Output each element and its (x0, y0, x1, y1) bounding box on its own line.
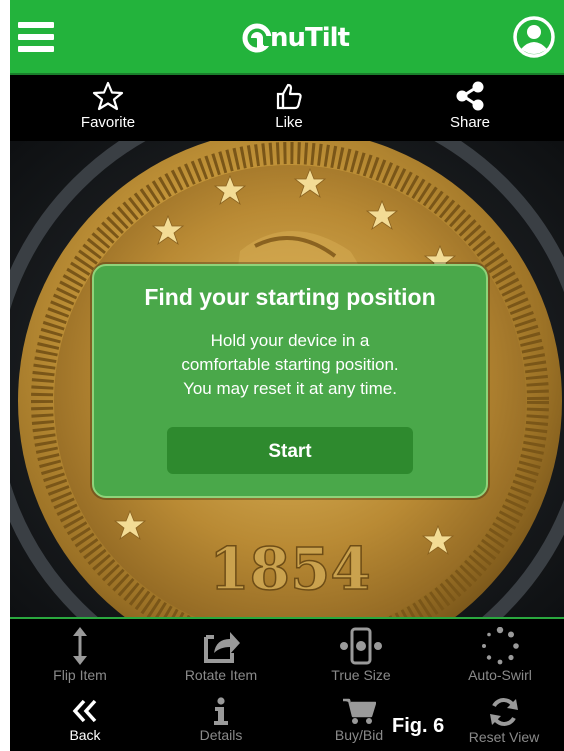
like-button[interactable]: Like (244, 81, 334, 131)
flip-item-label: Flip Item (53, 667, 107, 683)
top-bar: nuTilt (10, 0, 564, 75)
true-size-button[interactable]: True Size (301, 627, 421, 683)
refresh-icon (490, 698, 518, 726)
favorite-button[interactable]: Favorite (63, 81, 153, 131)
like-label: Like (275, 114, 303, 131)
user-profile-icon[interactable] (512, 15, 556, 59)
rotate-item-button[interactable]: Rotate Item (161, 627, 281, 683)
dialog-title: Find your starting position (144, 284, 436, 310)
action-bar: Favorite Like Share (10, 75, 564, 141)
logo-mark-icon (242, 23, 272, 53)
star-icon (92, 81, 124, 111)
auto-swirl-button[interactable]: Auto-Swirl (440, 627, 560, 683)
start-position-dialog: Find your starting position Hold your de… (92, 264, 488, 498)
dialog-message: Hold your device in a comfortable starti… (114, 329, 466, 401)
rotate-item-label: Rotate Item (184, 667, 258, 683)
share-icon (456, 81, 484, 111)
thumbs-up-icon (276, 83, 302, 110)
shopping-cart-icon (343, 698, 376, 724)
coin-date: 1854 (209, 535, 370, 603)
brand-logo: nuTilt (242, 20, 350, 56)
share-label: Share (449, 114, 491, 131)
hamburger-menu-icon[interactable] (18, 22, 54, 52)
reset-view-button[interactable]: Reset View (444, 697, 564, 745)
back-button[interactable]: Back (25, 697, 145, 743)
dialog-message-line: You may reset it at any time. (183, 379, 397, 398)
bottom-toolbar: Flip Item Rotate Item True Size Auto-Swi… (10, 619, 564, 751)
back-label: Back (69, 727, 101, 743)
flip-item-button[interactable]: Flip Item (20, 627, 140, 683)
double-chevron-left-icon (72, 699, 97, 723)
figure-label: Fig. 6 (392, 715, 445, 737)
details-button[interactable]: Details (161, 697, 281, 743)
info-icon (214, 697, 228, 725)
flip-vertical-icon (73, 627, 87, 665)
rotate-share-icon (204, 632, 240, 663)
app-screen: nuTilt Favorite Like Share 1854 Find you… (10, 0, 564, 751)
true-size-icon (340, 627, 382, 665)
figure-frame: nuTilt Favorite Like Share 1854 Find you… (0, 0, 564, 751)
auto-swirl-label: Auto-Swirl (468, 667, 532, 683)
start-button[interactable]: Start (167, 427, 413, 474)
true-size-label: True Size (331, 667, 391, 683)
auto-swirl-icon (482, 627, 519, 665)
dialog-message-line: Hold your device in a (210, 331, 370, 350)
share-button[interactable]: Share (425, 81, 515, 131)
details-label: Details (199, 727, 243, 743)
dialog-message-line: comfortable starting position. (181, 355, 399, 374)
favorite-label: Favorite (80, 114, 136, 131)
brand-name: nuTilt (270, 23, 350, 53)
reset-view-label: Reset View (468, 729, 540, 745)
